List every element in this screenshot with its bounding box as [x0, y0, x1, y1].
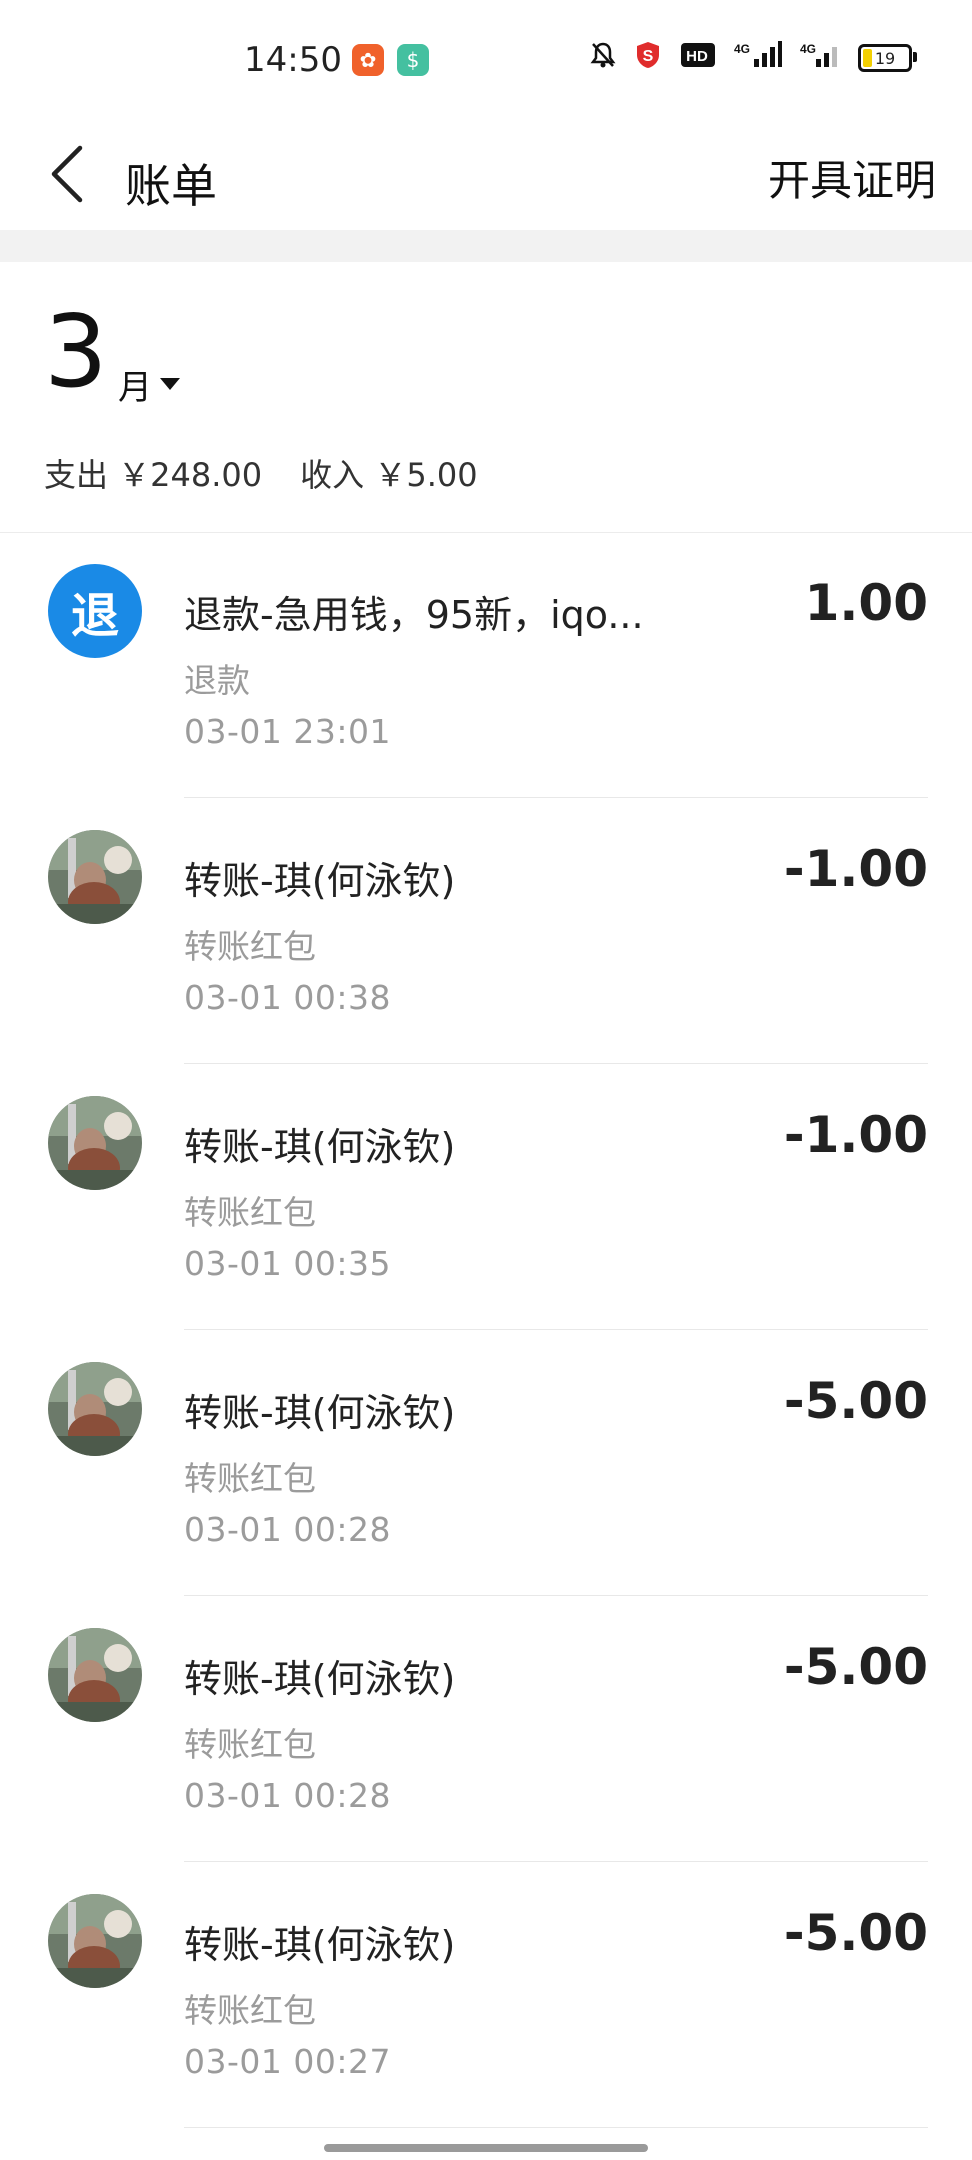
signal-4g-icon-2: 4G	[800, 41, 840, 75]
issue-certificate-button[interactable]: 开具证明	[768, 147, 936, 208]
hd-icon: HD	[680, 42, 716, 74]
status-bar: 14:50 ✿ $ S HD 4G 4G 19	[0, 0, 972, 120]
shield-icon: S	[634, 40, 662, 76]
transaction-time: 03-01 23:01	[184, 712, 391, 751]
home-indicator[interactable]	[324, 2144, 648, 2152]
transaction-row[interactable]: 转账-琪(何泳钦) 转账红包 03-01 00:28 -5.00	[0, 1596, 972, 1862]
avatar	[48, 1894, 142, 1988]
transaction-row[interactable]: 转账-琪(何泳钦) 转账红包 03-01 00:35 -1.00	[0, 1064, 972, 1330]
avatar	[48, 1628, 142, 1722]
app-icon-green: $	[397, 44, 429, 76]
transaction-title: 退款-急用钱，95新，iqo...	[184, 593, 644, 637]
income-total: 收入 ￥5.00	[300, 456, 478, 494]
transaction-list: 退退款-急用钱，95新，iqo... 退款 03-01 23:01 1.00 转账-琪(…	[0, 532, 972, 2128]
transaction-time: 03-01 00:38	[184, 978, 391, 1017]
transaction-row[interactable]: 转账-琪(何泳钦) 转账红包 03-01 00:28 -5.00	[0, 1330, 972, 1596]
transaction-category: 转账红包	[184, 1991, 316, 2030]
row-divider	[184, 2127, 928, 2128]
svg-text:S: S	[643, 48, 654, 65]
transaction-row[interactable]: 转账-琪(何泳钦) 转账红包 03-01 00:27 -5.00	[0, 1862, 972, 2128]
transaction-amount: 1.00	[804, 574, 928, 632]
transaction-row[interactable]: 转账-琪(何泳钦) 转账红包 03-01 00:38 -1.00	[0, 798, 972, 1064]
back-button[interactable]	[44, 138, 94, 210]
transaction-time: 03-01 00:35	[184, 1244, 391, 1283]
month-summary: 3 月 支出 ￥248.00 收入 ￥5.00	[0, 262, 972, 533]
transaction-category: 转账红包	[184, 927, 316, 966]
avatar	[48, 1096, 142, 1190]
page-title: 账单	[125, 159, 217, 213]
status-time: 14:50	[244, 40, 342, 80]
month-totals: 支出 ￥248.00 收入 ￥5.00	[44, 450, 478, 496]
mute-icon	[590, 41, 616, 75]
caret-down-icon[interactable]	[160, 378, 180, 390]
transaction-title: 转账-琪(何泳钦)	[184, 859, 456, 903]
transaction-time: 03-01 00:28	[184, 1510, 391, 1549]
avatar	[48, 830, 142, 924]
svg-text:4G: 4G	[734, 42, 750, 56]
transaction-amount: -5.00	[783, 1638, 928, 1696]
transaction-category: 退款	[184, 661, 250, 700]
transaction-category: 转账红包	[184, 1459, 316, 1498]
transaction-category: 转账红包	[184, 1725, 316, 1764]
svg-text:HD: HD	[686, 48, 708, 65]
avatar	[48, 1362, 142, 1456]
nav-header: 账单 开具证明	[0, 120, 972, 230]
section-divider	[0, 230, 972, 262]
svg-text:4G: 4G	[800, 42, 816, 56]
battery-icon: 19	[858, 44, 917, 72]
transaction-title: 转账-琪(何泳钦)	[184, 1391, 456, 1435]
transaction-title: 转账-琪(何泳钦)	[184, 1125, 456, 1169]
expense-total: 支出 ￥248.00	[44, 456, 263, 494]
transaction-amount: -1.00	[783, 840, 928, 898]
transaction-title: 转账-琪(何泳钦)	[184, 1923, 456, 1967]
refund-badge-icon: 退	[48, 564, 142, 658]
transaction-amount: -1.00	[783, 1106, 928, 1164]
transaction-amount: -5.00	[783, 1904, 928, 1962]
month-number[interactable]: 3	[44, 302, 108, 402]
signal-4g-icon: 4G	[734, 41, 782, 75]
chevron-left-icon	[51, 145, 83, 203]
transaction-time: 03-01 00:28	[184, 1776, 391, 1815]
transaction-category: 转账红包	[184, 1193, 316, 1232]
app-icon-orange: ✿	[352, 44, 384, 76]
transaction-amount: -5.00	[783, 1372, 928, 1430]
transaction-row[interactable]: 退退款-急用钱，95新，iqo... 退款 03-01 23:01 1.00	[0, 532, 972, 798]
transaction-title: 转账-琪(何泳钦)	[184, 1657, 456, 1701]
transaction-time: 03-01 00:27	[184, 2042, 391, 2081]
month-unit[interactable]: 月	[118, 360, 152, 409]
